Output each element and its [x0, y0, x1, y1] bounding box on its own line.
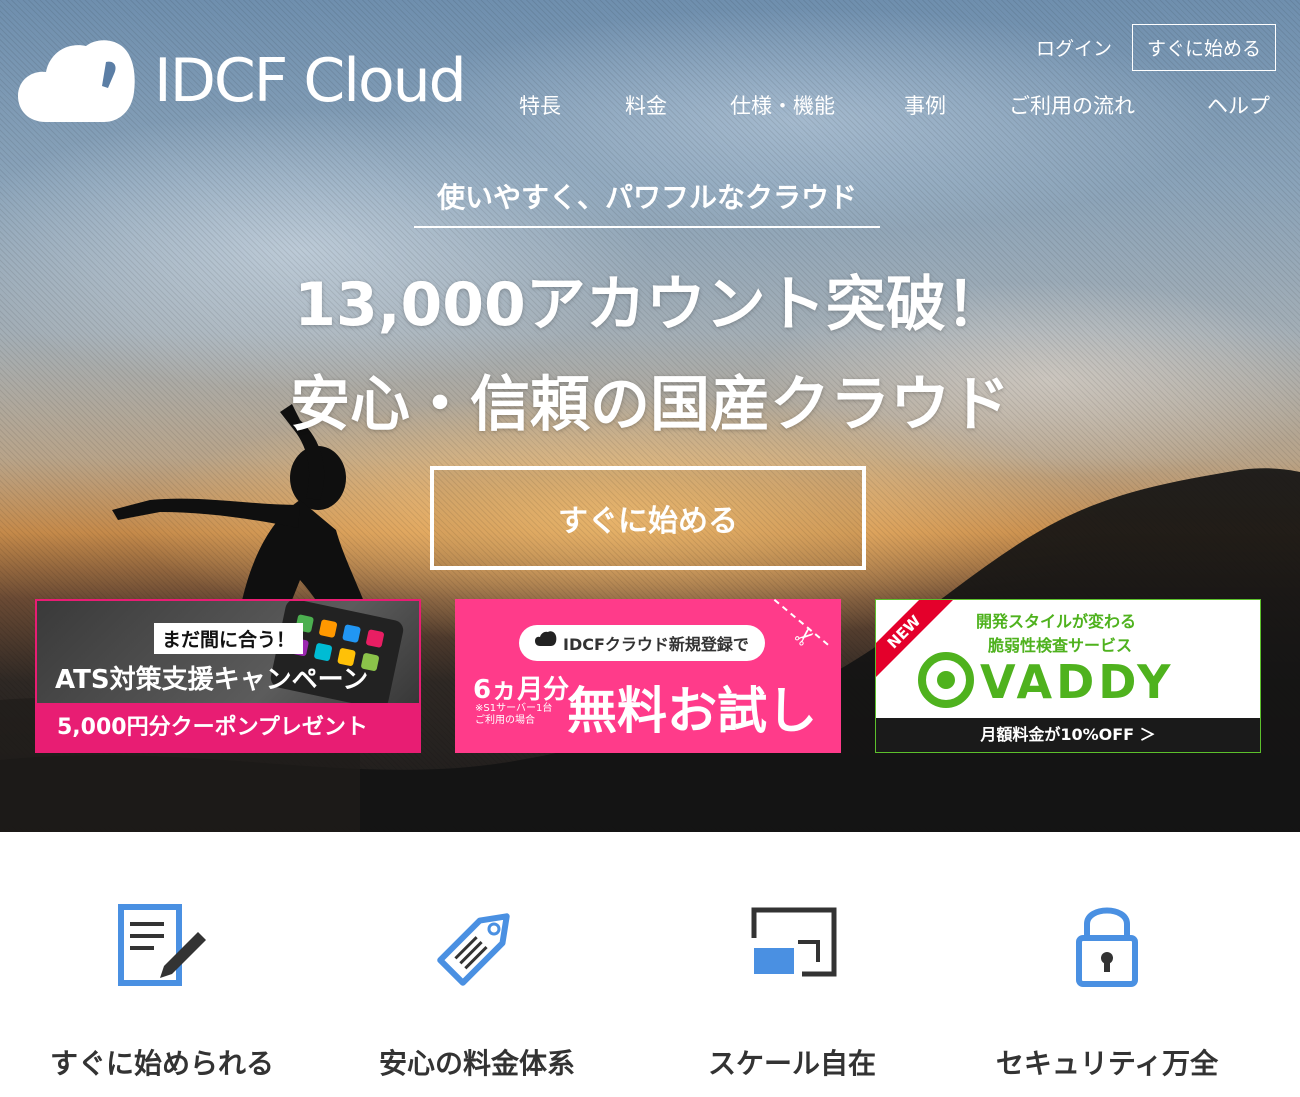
header-start-button[interactable]: すぐに始める [1131, 24, 1276, 71]
ats-campaign-banner[interactable]: まだ間に合う！ ATS対策支援キャンペーン 5,000円分クーポンプレゼント [35, 599, 421, 753]
nav-item-pricing[interactable]: 料金 [625, 90, 667, 120]
hero-headline-domestic: 安心・信頼の国産クラウド [290, 370, 1010, 440]
hero-tagline: 使いやすく、パワフルなクラウド [414, 176, 880, 228]
feature-security-label: セキュリティ万全 [995, 1047, 1219, 1080]
vaddy-logo-text: VADDY [980, 655, 1174, 708]
hero-headline-accounts: 13,000アカウント突破！ [294, 270, 1006, 340]
trial-note: ※S1サーバー1台 ご利用の場合 [475, 703, 552, 727]
trial-pill-label: IDCFクラウド新規登録で [563, 635, 749, 654]
lock-icon [1057, 900, 1157, 996]
features-section: すぐに始められる 安心の料金体系 スケール自在 セキュリティ万全 [0, 832, 1300, 1097]
brand-logo[interactable]: IDCF Cloud [18, 36, 467, 126]
free-trial-banner[interactable]: ✂ IDCFクラウド新規登録で 6ヵ月分 ※S1サーバー1台 ご利用の場合 無料… [455, 599, 841, 753]
ats-title: ATS対策支援キャンペーン [55, 665, 369, 695]
vaddy-offer: 月額料金が10%OFF ＞ [876, 718, 1260, 752]
feature-pricing-label: 安心の料金体系 [378, 1047, 575, 1080]
trial-note-line2: ご利用の場合 [475, 715, 535, 726]
nav-item-flow[interactable]: ご利用の流れ [1009, 90, 1135, 120]
trial-note-line1: ※S1サーバー1台 [475, 703, 553, 714]
ats-coupon-text: 5,000円分クーポンプレゼント [37, 703, 419, 751]
cloud-logo-icon [18, 40, 135, 122]
trial-headline: 無料お試し [567, 682, 817, 740]
trial-months: 6ヵ月分 [473, 675, 570, 705]
nav-item-help[interactable]: ヘルプ [1207, 90, 1270, 120]
brand-name: IDCF Cloud [154, 46, 467, 116]
nav-item-features[interactable]: 特長 [519, 90, 561, 120]
vaddy-logo: VADDY [918, 652, 1174, 708]
feature-scale-label: スケール自在 [707, 1047, 876, 1080]
price-tag-icon [427, 900, 527, 996]
hero-section: IDCF Cloud ログイン すぐに始める 特長 料金 仕様・機能 事例 ご利… [0, 0, 1300, 832]
header-top-links: ログイン すぐに始める [1036, 24, 1276, 71]
trial-pill: IDCFクラウド新規登録で [519, 625, 765, 661]
nav-item-specs[interactable]: 仕様・機能 [730, 90, 835, 120]
ats-pill-label: まだ間に合う！ [154, 623, 304, 654]
cloud-small-icon [535, 631, 557, 646]
login-link[interactable]: ログイン [1036, 34, 1112, 61]
vaddy-banner[interactable]: NEW 開発スタイルが変わる 脆弱性検査サービス VADDY 月額料金が10%O… [875, 599, 1261, 753]
scale-screen-icon [742, 900, 842, 996]
hero-start-button[interactable]: すぐに始める [430, 466, 866, 570]
document-edit-icon [112, 900, 212, 996]
nav-item-cases[interactable]: 事例 [904, 90, 946, 120]
vaddy-line1: 開発スタイルが変わる [976, 612, 1137, 631]
feature-quick-start-label: すぐに始められる [49, 1047, 274, 1080]
